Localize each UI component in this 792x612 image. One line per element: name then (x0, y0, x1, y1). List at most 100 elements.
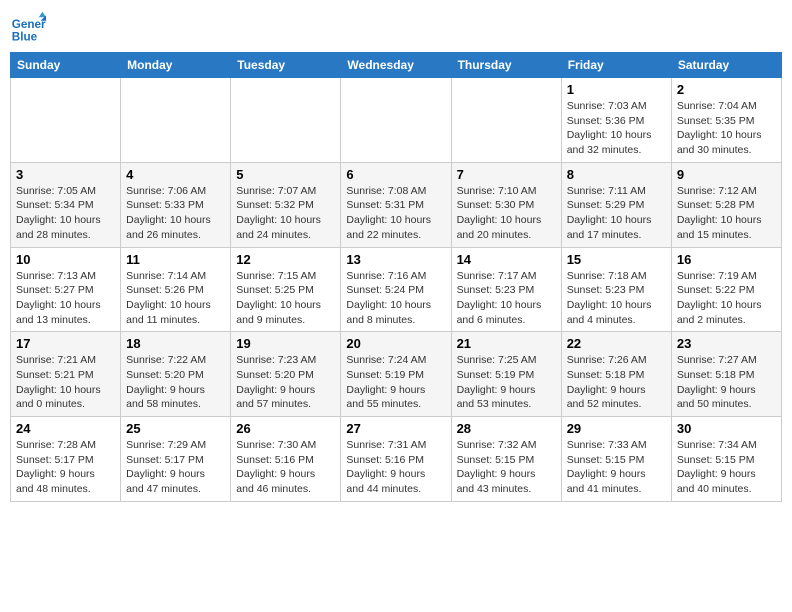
day-cell: 21 Sunrise: 7:25 AM Sunset: 5:19 PM Dayli… (451, 332, 561, 417)
day-number: 28 (457, 421, 556, 436)
day-number: 5 (236, 167, 335, 182)
day-cell: 16 Sunrise: 7:19 AM Sunset: 5:22 PM Dayli… (671, 247, 781, 332)
day-cell: 11 Sunrise: 7:14 AM Sunset: 5:26 PM Dayli… (121, 247, 231, 332)
day-info: Sunrise: 7:05 AM Sunset: 5:34 PM Dayligh… (16, 184, 115, 243)
day-number: 21 (457, 336, 556, 351)
day-cell: 12 Sunrise: 7:15 AM Sunset: 5:25 PM Dayli… (231, 247, 341, 332)
day-info: Sunrise: 7:23 AM Sunset: 5:20 PM Dayligh… (236, 353, 335, 412)
day-info: Sunrise: 7:29 AM Sunset: 5:17 PM Dayligh… (126, 438, 225, 497)
day-number: 14 (457, 252, 556, 267)
day-info: Sunrise: 7:22 AM Sunset: 5:20 PM Dayligh… (126, 353, 225, 412)
day-info: Sunrise: 7:11 AM Sunset: 5:29 PM Dayligh… (567, 184, 666, 243)
day-cell: 7 Sunrise: 7:10 AM Sunset: 5:30 PM Daylig… (451, 162, 561, 247)
day-info: Sunrise: 7:03 AM Sunset: 5:36 PM Dayligh… (567, 99, 666, 158)
day-info: Sunrise: 7:17 AM Sunset: 5:23 PM Dayligh… (457, 269, 556, 328)
dow-header-wednesday: Wednesday (341, 53, 451, 78)
day-number: 27 (346, 421, 445, 436)
dow-header-tuesday: Tuesday (231, 53, 341, 78)
day-number: 30 (677, 421, 776, 436)
day-cell: 30 Sunrise: 7:34 AM Sunset: 5:15 PM Dayli… (671, 417, 781, 502)
day-cell (231, 78, 341, 163)
week-row-1: 1 Sunrise: 7:03 AM Sunset: 5:36 PM Daylig… (11, 78, 782, 163)
day-number: 29 (567, 421, 666, 436)
day-cell (11, 78, 121, 163)
week-row-3: 10 Sunrise: 7:13 AM Sunset: 5:27 PM Dayli… (11, 247, 782, 332)
day-info: Sunrise: 7:33 AM Sunset: 5:15 PM Dayligh… (567, 438, 666, 497)
day-cell: 4Sunrise: 7:06 AM Sunset: 5:33 PM Daylig… (121, 162, 231, 247)
day-info: Sunrise: 7:14 AM Sunset: 5:26 PM Dayligh… (126, 269, 225, 328)
day-cell: 19 Sunrise: 7:23 AM Sunset: 5:20 PM Dayli… (231, 332, 341, 417)
day-cell: 8 Sunrise: 7:11 AM Sunset: 5:29 PM Daylig… (561, 162, 671, 247)
calendar-table: SundayMondayTuesdayWednesdayThursdayFrid… (10, 52, 782, 502)
day-info: Sunrise: 7:16 AM Sunset: 5:24 PM Dayligh… (346, 269, 445, 328)
day-number: 18 (126, 336, 225, 351)
day-cell: 29 Sunrise: 7:33 AM Sunset: 5:15 PM Dayli… (561, 417, 671, 502)
day-number: 11 (126, 252, 225, 267)
page-header: General Blue (10, 10, 782, 46)
dow-header-thursday: Thursday (451, 53, 561, 78)
day-info: Sunrise: 7:24 AM Sunset: 5:19 PM Dayligh… (346, 353, 445, 412)
day-number: 6 (346, 167, 445, 182)
day-cell: 2Sunrise: 7:04 AM Sunset: 5:35 PM Daylig… (671, 78, 781, 163)
svg-text:General: General (12, 18, 46, 31)
day-info: Sunrise: 7:31 AM Sunset: 5:16 PM Dayligh… (346, 438, 445, 497)
day-cell: 1 Sunrise: 7:03 AM Sunset: 5:36 PM Daylig… (561, 78, 671, 163)
day-number: 20 (346, 336, 445, 351)
day-info: Sunrise: 7:19 AM Sunset: 5:22 PM Dayligh… (677, 269, 776, 328)
dow-header-friday: Friday (561, 53, 671, 78)
day-cell: 5 Sunrise: 7:07 AM Sunset: 5:32 PM Daylig… (231, 162, 341, 247)
day-cell: 6 Sunrise: 7:08 AM Sunset: 5:31 PM Daylig… (341, 162, 451, 247)
day-info: Sunrise: 7:27 AM Sunset: 5:18 PM Dayligh… (677, 353, 776, 412)
day-number: 25 (126, 421, 225, 436)
day-cell: 23 Sunrise: 7:27 AM Sunset: 5:18 PM Dayli… (671, 332, 781, 417)
day-info: Sunrise: 7:07 AM Sunset: 5:32 PM Dayligh… (236, 184, 335, 243)
day-number: 24 (16, 421, 115, 436)
day-number: 9 (677, 167, 776, 182)
day-info: Sunrise: 7:30 AM Sunset: 5:16 PM Dayligh… (236, 438, 335, 497)
day-cell: 10 Sunrise: 7:13 AM Sunset: 5:27 PM Dayli… (11, 247, 121, 332)
day-number: 13 (346, 252, 445, 267)
day-number: 16 (677, 252, 776, 267)
day-cell: 3 Sunrise: 7:05 AM Sunset: 5:34 PM Daylig… (11, 162, 121, 247)
day-number: 23 (677, 336, 776, 351)
logo-icon: General Blue (10, 10, 46, 46)
day-cell: 24 Sunrise: 7:28 AM Sunset: 5:17 PM Dayli… (11, 417, 121, 502)
day-info: Sunrise: 7:10 AM Sunset: 5:30 PM Dayligh… (457, 184, 556, 243)
day-info: Sunrise: 7:25 AM Sunset: 5:19 PM Dayligh… (457, 353, 556, 412)
day-info: Sunrise: 7:04 AM Sunset: 5:35 PM Dayligh… (677, 99, 776, 158)
day-info: Sunrise: 7:34 AM Sunset: 5:15 PM Dayligh… (677, 438, 776, 497)
day-number: 19 (236, 336, 335, 351)
week-row-5: 24 Sunrise: 7:28 AM Sunset: 5:17 PM Dayli… (11, 417, 782, 502)
day-number: 8 (567, 167, 666, 182)
day-cell (341, 78, 451, 163)
day-number: 1 (567, 82, 666, 97)
day-info: Sunrise: 7:26 AM Sunset: 5:18 PM Dayligh… (567, 353, 666, 412)
day-cell: 27 Sunrise: 7:31 AM Sunset: 5:16 PM Dayli… (341, 417, 451, 502)
calendar-body: 1 Sunrise: 7:03 AM Sunset: 5:36 PM Daylig… (11, 78, 782, 502)
week-row-4: 17Sunrise: 7:21 AM Sunset: 5:21 PM Dayli… (11, 332, 782, 417)
day-cell: 18 Sunrise: 7:22 AM Sunset: 5:20 PM Dayli… (121, 332, 231, 417)
day-number: 26 (236, 421, 335, 436)
day-info: Sunrise: 7:32 AM Sunset: 5:15 PM Dayligh… (457, 438, 556, 497)
day-info: Sunrise: 7:08 AM Sunset: 5:31 PM Dayligh… (346, 184, 445, 243)
day-info: Sunrise: 7:15 AM Sunset: 5:25 PM Dayligh… (236, 269, 335, 328)
day-number: 3 (16, 167, 115, 182)
day-cell: 17Sunrise: 7:21 AM Sunset: 5:21 PM Dayli… (11, 332, 121, 417)
day-cell: 25 Sunrise: 7:29 AM Sunset: 5:17 PM Dayli… (121, 417, 231, 502)
dow-header-monday: Monday (121, 53, 231, 78)
day-number: 12 (236, 252, 335, 267)
day-number: 22 (567, 336, 666, 351)
week-row-2: 3 Sunrise: 7:05 AM Sunset: 5:34 PM Daylig… (11, 162, 782, 247)
day-number: 10 (16, 252, 115, 267)
days-of-week-row: SundayMondayTuesdayWednesdayThursdayFrid… (11, 53, 782, 78)
day-number: 17 (16, 336, 115, 351)
day-cell: 20 Sunrise: 7:24 AM Sunset: 5:19 PM Dayli… (341, 332, 451, 417)
day-info: Sunrise: 7:28 AM Sunset: 5:17 PM Dayligh… (16, 438, 115, 497)
day-cell: 26 Sunrise: 7:30 AM Sunset: 5:16 PM Dayli… (231, 417, 341, 502)
day-info: Sunrise: 7:13 AM Sunset: 5:27 PM Dayligh… (16, 269, 115, 328)
day-number: 15 (567, 252, 666, 267)
day-cell: 14 Sunrise: 7:17 AM Sunset: 5:23 PM Dayli… (451, 247, 561, 332)
day-cell: 22 Sunrise: 7:26 AM Sunset: 5:18 PM Dayli… (561, 332, 671, 417)
day-number: 7 (457, 167, 556, 182)
svg-text:Blue: Blue (12, 31, 38, 44)
